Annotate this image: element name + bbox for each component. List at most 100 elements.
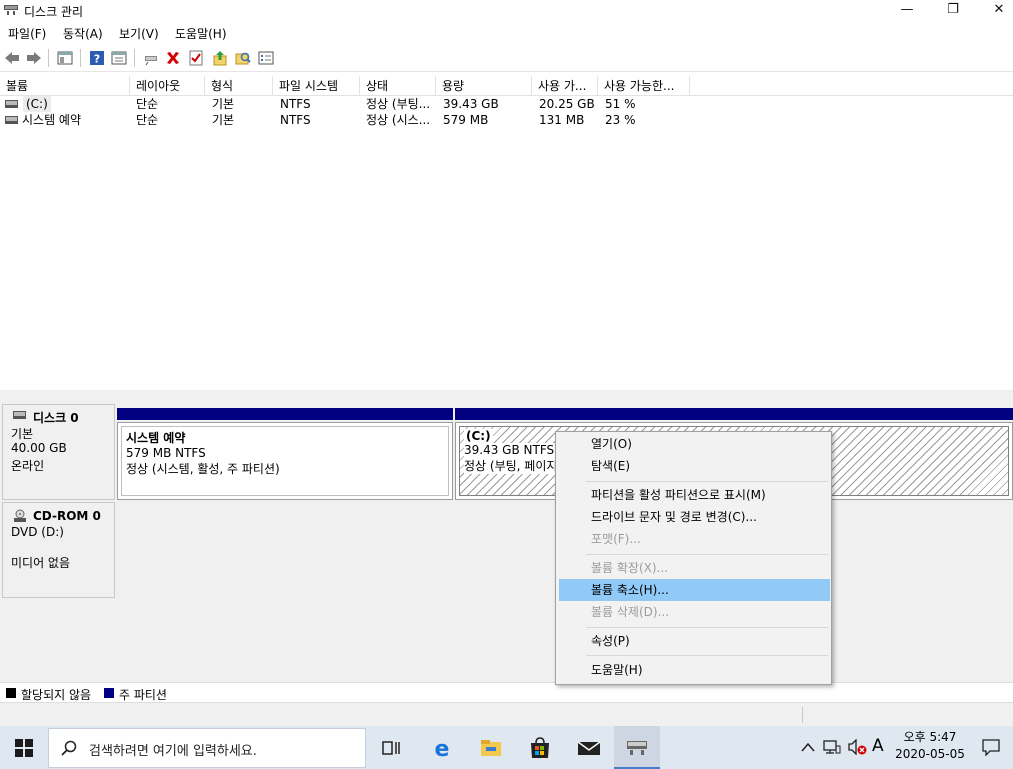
- help-icon[interactable]: ?: [89, 50, 105, 66]
- minimize-button[interactable]: —: [884, 0, 930, 22]
- column-header-percent-free[interactable]: 사용 가능한...: [598, 76, 690, 96]
- network-icon[interactable]: [823, 739, 841, 755]
- checklist-icon[interactable]: [188, 50, 204, 66]
- edge-browser-icon[interactable]: e: [428, 734, 456, 762]
- menu-item-mark-active[interactable]: 파티션을 활성 파티션으로 표시(M): [559, 484, 830, 506]
- microsoft-store-icon[interactable]: [526, 734, 554, 762]
- menu-action[interactable]: 동작(A): [63, 25, 103, 42]
- clock[interactable]: 오후 5:47 2020-05-05: [890, 729, 970, 767]
- menu-help[interactable]: 도움말(H): [175, 25, 227, 42]
- close-button[interactable]: ✕: [976, 0, 1013, 22]
- disk-size: 40.00 GB: [11, 441, 67, 455]
- partition-size: 39.43 GB NTFS: [464, 443, 557, 457]
- column-header-capacity[interactable]: 용량: [436, 76, 532, 96]
- properties-icon[interactable]: [111, 50, 127, 66]
- cell-free-space: 131 MB: [539, 113, 585, 127]
- export-list-icon[interactable]: [212, 50, 228, 66]
- show-hide-console-tree-icon[interactable]: [57, 50, 73, 66]
- cell-status: 정상 (부팅...: [366, 97, 431, 111]
- cell-layout: 단순: [136, 113, 159, 127]
- menu-item-help[interactable]: 도움말(H): [559, 659, 830, 681]
- taskbar: 검색하려면 여기에 입력하세요. e A 오후 5:47 2020-05-05: [0, 726, 1013, 769]
- partition-name: 시스템 예약: [126, 431, 186, 445]
- active-task-disk-management[interactable]: [614, 726, 660, 769]
- task-view-icon[interactable]: [377, 734, 405, 762]
- delete-icon[interactable]: [165, 50, 181, 66]
- menu-item-change-drive-letter[interactable]: 드라이브 문자 및 경로 변경(C)...: [559, 506, 830, 528]
- menu-bar: 파일(F) 동작(A) 보기(V) 도움말(H): [0, 22, 1013, 42]
- restore-button[interactable]: ❐: [930, 0, 976, 22]
- forward-arrow-icon[interactable]: [26, 50, 42, 66]
- connect-disk-icon[interactable]: [143, 50, 159, 66]
- cd-drive-icon: [14, 509, 26, 522]
- cell-type: 기본: [212, 113, 235, 127]
- volume-muted-icon[interactable]: [847, 739, 867, 755]
- menu-item-open[interactable]: 열기(O): [559, 433, 830, 455]
- toolbar-separator: [48, 49, 49, 67]
- cdrom-0-label[interactable]: CD-ROM 0 DVD (D:) 미디어 없음: [2, 502, 115, 598]
- column-header-layout[interactable]: 레이아웃: [130, 76, 205, 96]
- partition-system-reserved[interactable]: 시스템 예약 579 MB NTFS 정상 (시스템, 활성, 주 파티션): [117, 422, 453, 500]
- column-header-file-system[interactable]: 파일 시스템: [273, 76, 360, 96]
- volume-icon: [5, 116, 18, 124]
- legend-label-primary: 주 파티션: [119, 688, 167, 702]
- chevron-up-icon[interactable]: [801, 741, 815, 753]
- svg-text:?: ?: [94, 53, 100, 66]
- menu-item-properties[interactable]: 속성(P): [559, 630, 830, 652]
- search-folder-icon[interactable]: [235, 50, 251, 66]
- file-explorer-icon[interactable]: [477, 734, 505, 762]
- notification-icon[interactable]: [982, 738, 1000, 756]
- cell-type: 기본: [212, 97, 235, 111]
- cdrom-status: 미디어 없음: [11, 556, 71, 570]
- volume-icon: [5, 100, 18, 108]
- menu-view[interactable]: 보기(V): [119, 25, 159, 42]
- clock-date: 2020-05-05: [895, 747, 965, 761]
- partition-bar-c: [455, 408, 1013, 420]
- cell-volume: (C:): [23, 96, 51, 112]
- menu-item-shrink-volume[interactable]: 볼륨 축소(H)...: [559, 579, 830, 601]
- settings-list-icon[interactable]: [258, 50, 274, 66]
- table-row[interactable]: 시스템 예약 단순 기본 NTFS 정상 (시스... 579 MB 131 M…: [0, 112, 700, 128]
- disk-management-app-icon: [4, 5, 18, 15]
- menu-separator: [586, 554, 828, 555]
- column-header-free-space[interactable]: 사용 가...: [532, 76, 598, 96]
- cell-percent-free: 23 %: [605, 113, 636, 127]
- legend-swatch-unallocated: [6, 688, 16, 698]
- cell-free-space: 20.25 GB: [539, 97, 595, 111]
- partition-name: (C:): [464, 429, 493, 443]
- cell-file-system: NTFS: [280, 97, 311, 111]
- cell-layout: 단순: [136, 97, 159, 111]
- cell-file-system: NTFS: [280, 113, 311, 127]
- menu-item-explore[interactable]: 탐색(E): [559, 455, 830, 477]
- partition-size: 579 MB NTFS: [126, 446, 206, 460]
- menu-file[interactable]: 파일(F): [8, 25, 46, 42]
- legend-swatch-primary: [104, 688, 114, 698]
- status-bar-divider: [802, 707, 803, 723]
- partition-status: 정상 (시스템, 활성, 주 파티션): [126, 462, 280, 476]
- toolbar: ?: [0, 44, 1013, 72]
- search-icon: [61, 740, 77, 756]
- disk-management-taskbar-icon: [627, 741, 647, 755]
- toolbar-separator: [134, 49, 135, 67]
- menu-item-delete-volume: 볼륨 삭제(D)...: [591, 605, 670, 619]
- disk-map-pane: 디스크 0 기본 40.00 GB 온라인 시스템 예약 579 MB NTFS…: [0, 396, 1013, 702]
- toolbar-separator: [80, 49, 81, 67]
- mail-icon[interactable]: [575, 734, 603, 762]
- clock-time: 오후 5:47: [903, 730, 957, 744]
- ime-indicator[interactable]: A: [872, 736, 884, 756]
- cell-status: 정상 (시스...: [366, 113, 431, 127]
- menu-separator: [586, 481, 828, 482]
- taskbar-search-box[interactable]: 검색하려면 여기에 입력하세요.: [48, 728, 366, 768]
- column-header-type[interactable]: 형식: [205, 76, 273, 96]
- column-header-volume[interactable]: 볼륨: [0, 76, 130, 96]
- volume-list-view[interactable]: 볼륨 레이아웃 형식 파일 시스템 상태 용량 사용 가... 사용 가능한..…: [0, 74, 1013, 390]
- back-arrow-icon[interactable]: [4, 50, 20, 66]
- disk-0-label[interactable]: 디스크 0 기본 40.00 GB 온라인: [2, 404, 115, 500]
- disk-icon: [13, 411, 26, 419]
- menu-item-format: 포맷(F)...: [591, 532, 641, 546]
- cdrom-name: CD-ROM 0: [33, 509, 101, 523]
- legend-label-unallocated: 할당되지 않음: [21, 688, 92, 702]
- windows-start-icon[interactable]: [15, 739, 33, 757]
- column-header-status[interactable]: 상태: [360, 76, 436, 96]
- table-row[interactable]: (C:) 단순 기본 NTFS 정상 (부팅... 39.43 GB 20.25…: [0, 96, 700, 112]
